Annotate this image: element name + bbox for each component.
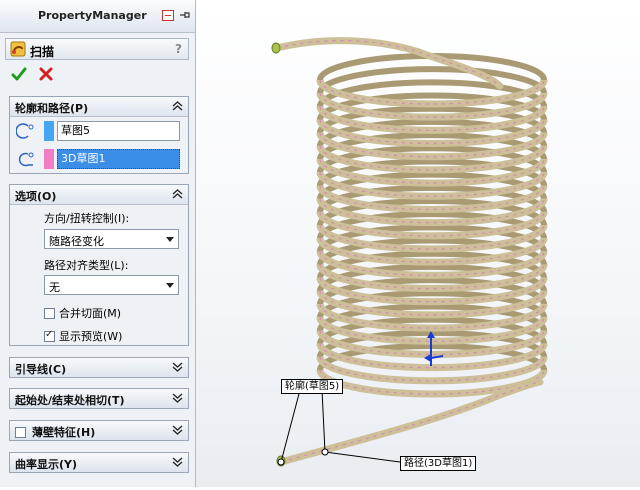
- path-callout[interactable]: 路径(3D草图1): [400, 456, 477, 471]
- pin-icon[interactable]: [178, 9, 190, 21]
- ok-check-icon[interactable]: [11, 66, 27, 82]
- options-group-header[interactable]: 选项(O): [10, 185, 188, 205]
- feature-header: 扫描 ?: [5, 38, 189, 60]
- collapse-chevron-icon[interactable]: [172, 100, 183, 112]
- thin-feature-group-header[interactable]: 薄壁特征(H): [10, 421, 188, 440]
- show-preview-option[interactable]: 显示预览(W): [44, 328, 122, 344]
- options-group: 选项(O) 方向/扭转控制(I): 随路径变化 路径对齐类型(L): 无 合并切…: [9, 184, 189, 346]
- alignment-dropdown[interactable]: 无: [44, 275, 179, 295]
- profile-callout[interactable]: 轮廓(草图5): [281, 379, 344, 394]
- thin-feature-group[interactable]: 薄壁特征(H): [9, 420, 189, 441]
- expand-chevron-icon[interactable]: [172, 424, 183, 436]
- thin-feature-label: 薄壁特征(H): [32, 426, 96, 439]
- tangency-group-header[interactable]: 起始处/结束处相切(T): [10, 389, 188, 408]
- group-title: 选项(O): [15, 190, 57, 203]
- triad-axis-icon: [424, 331, 444, 366]
- guide-curves-group[interactable]: 引导线(C): [9, 357, 189, 378]
- collapse-chevron-icon[interactable]: [172, 188, 183, 200]
- orientation-value: 随路径变化: [49, 235, 104, 248]
- profile-path-group: 轮廓和路径(P) 草图5 3D草图1: [9, 96, 189, 174]
- curvature-display-group[interactable]: 曲率显示(Y): [9, 452, 189, 473]
- guide-curves-group-header[interactable]: 引导线(C): [10, 358, 188, 377]
- profile-path-group-header[interactable]: 轮廓和路径(P): [10, 97, 188, 117]
- cancel-x-icon[interactable]: [38, 66, 54, 82]
- property-manager-header: PropertyManager: [0, 0, 195, 33]
- dropdown-arrow-icon: [166, 283, 174, 288]
- path-color-swatch: [44, 149, 54, 169]
- panel-title: PropertyManager: [38, 9, 147, 22]
- path-selection-row: 3D草图1: [14, 149, 184, 169]
- profile-selection-row: 草图5: [14, 121, 184, 141]
- thin-feature-checkbox[interactable]: [15, 427, 26, 438]
- curvature-display-group-header[interactable]: 曲率显示(Y): [10, 453, 188, 472]
- merge-faces-label: 合并切面(M): [59, 307, 122, 320]
- path-icon: [18, 152, 34, 167]
- show-preview-checkbox[interactable]: [44, 329, 55, 342]
- path-selection-box[interactable]: 3D草图1: [57, 149, 180, 169]
- group-title-with-checkbox: 薄壁特征(H): [15, 424, 95, 440]
- sweep-feature-icon: [10, 41, 26, 57]
- tangency-group[interactable]: 起始处/结束处相切(T): [9, 388, 189, 409]
- alignment-value: 无: [49, 281, 60, 294]
- expand-icon[interactable]: [162, 10, 174, 21]
- help-icon[interactable]: ?: [175, 42, 182, 56]
- group-title: 引导线(C): [15, 363, 67, 376]
- property-manager-panel: PropertyManager 扫描 ? 轮廓和路径(P) 草图5 3D草图1 …: [0, 0, 196, 487]
- profile-color-swatch: [44, 121, 54, 141]
- feature-name: 扫描: [30, 45, 55, 59]
- merge-faces-checkbox[interactable]: [44, 308, 55, 319]
- group-title: 起始处/结束处相切(T): [15, 394, 125, 407]
- dropdown-arrow-icon: [166, 237, 174, 242]
- alignment-label: 路径对齐类型(L):: [44, 259, 129, 272]
- group-title: 曲率显示(Y): [15, 458, 78, 471]
- expand-chevron-icon[interactable]: [172, 456, 183, 468]
- expand-chevron-icon[interactable]: [172, 361, 183, 373]
- leader-lines: [277, 389, 401, 466]
- orientation-label: 方向/扭转控制(I):: [44, 212, 130, 225]
- group-title: 轮廓和路径(P): [15, 102, 89, 115]
- merge-faces-option[interactable]: 合并切面(M): [44, 305, 121, 321]
- show-preview-label: 显示预览(W): [59, 330, 123, 343]
- profile-icon: [16, 123, 34, 139]
- profile-selection-box[interactable]: 草图5: [57, 121, 180, 141]
- graphics-viewport[interactable]: 轮廓(草图5) 路径(3D草图1): [197, 0, 640, 487]
- expand-chevron-icon[interactable]: [172, 392, 183, 404]
- orientation-dropdown[interactable]: 随路径变化: [44, 229, 179, 249]
